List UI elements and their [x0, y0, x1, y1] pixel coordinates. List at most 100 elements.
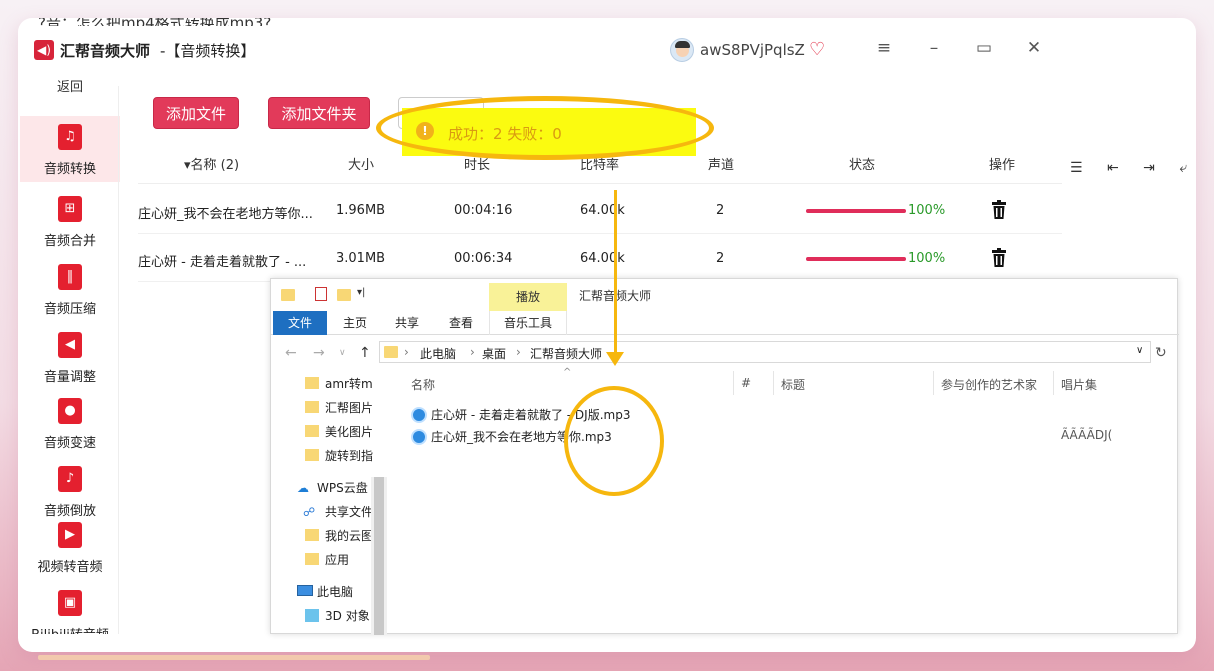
- folder-icon: [384, 346, 398, 358]
- back-button[interactable]: 返回: [20, 76, 120, 95]
- trash-icon[interactable]: [991, 248, 1007, 268]
- breadcrumb-this-pc[interactable]: 此电脑: [420, 345, 456, 362]
- address-dropdown-icon[interactable]: ∨: [1136, 345, 1143, 356]
- editor-toolbar-icons[interactable]: ☰ ⇤ ⇥ ⤶: [1070, 160, 1197, 176]
- table-row[interactable]: 庄心妍 - 走着走着就散了 - ... 3.01MB 00:06:34 64.0…: [138, 234, 1062, 282]
- nav-scrollbar[interactable]: [371, 477, 387, 635]
- username[interactable]: awS8PVjPqlsZ: [700, 41, 805, 59]
- audio-compress-icon: ‖: [58, 264, 82, 290]
- row-channels: 2: [716, 251, 725, 266]
- folder-icon: [305, 449, 319, 461]
- col-number[interactable]: #: [741, 376, 751, 390]
- avatar[interactable]: [670, 38, 694, 62]
- sidebar-item-audio-compress[interactable]: ‖ 音频压缩: [20, 256, 120, 322]
- background-article-text: ?音：怎么把mp4格式转换成mp3?: [38, 18, 271, 26]
- bottom-accent-bar: [38, 655, 430, 660]
- audio-merge-icon: ⊞: [58, 196, 82, 222]
- sidebar: 返回 ♫ 音频转换 ⊞ 音频合并 ‖ 音频压缩 ◀ 音量调整 ● 音频变速 ♪ …: [20, 72, 120, 634]
- row-name: 庄心妍 - 走着走着就散了 - ...: [138, 255, 307, 270]
- recent-dropdown-icon[interactable]: ∨: [339, 348, 346, 358]
- avatar-hair: [675, 41, 690, 48]
- nav-item[interactable]: 美化图片: [325, 423, 395, 440]
- column-divider: [1053, 371, 1054, 395]
- app-title: 汇帮音频大师: [60, 42, 151, 60]
- sidebar-divider: [118, 86, 119, 634]
- nav-item[interactable]: 旋转到指: [325, 447, 395, 464]
- row-duration: 00:06:34: [454, 251, 513, 266]
- row-channels: 2: [716, 203, 725, 218]
- dropdown-icon[interactable]: ▾|: [357, 287, 365, 298]
- row-size: 3.01MB: [336, 251, 386, 266]
- col-album[interactable]: 唱片集: [1061, 376, 1097, 393]
- progress-fill: [806, 257, 906, 261]
- properties-icon[interactable]: [315, 287, 327, 301]
- annotation-arrow: [614, 190, 617, 356]
- progress-percent: 100%: [908, 251, 946, 266]
- file-row[interactable]: 庄心妍_我不会在老地方等你.mp3 ÃÃÃÃDJ(: [411, 427, 1177, 447]
- col-name[interactable]: ▾名称 (2): [184, 154, 239, 173]
- tab-view[interactable]: 查看: [439, 311, 483, 335]
- address-bar[interactable]: › 此电脑 › 桌面 › 汇帮音频大师 ∨: [379, 341, 1151, 363]
- new-folder-icon[interactable]: [337, 289, 351, 301]
- context-tab-play[interactable]: 播放: [489, 283, 567, 311]
- file-explorer-window: ▾| 播放 汇帮音频大师 文件 主页 共享 查看 音乐工具 ← → ∨ ↑ › …: [270, 278, 1179, 635]
- breadcrumb-desktop[interactable]: 桌面: [482, 345, 506, 362]
- navigation-pane: amr转m 汇帮图片 美化图片 旋转到指 ☁ WPS云盘 ☍ 共享文件 我的云图…: [271, 367, 387, 635]
- col-name[interactable]: 名称: [411, 376, 435, 393]
- album-cell: ÃÃÃÃDJ(: [1061, 428, 1113, 442]
- col-title[interactable]: 标题: [781, 376, 805, 393]
- sidebar-item-audio-convert[interactable]: ♫ 音频转换: [20, 116, 120, 182]
- col-size[interactable]: 大小: [348, 154, 374, 173]
- folder-icon: [305, 553, 319, 565]
- sidebar-item-label: 音频压缩: [43, 302, 96, 317]
- col-status[interactable]: 状态: [849, 154, 875, 173]
- nav-item[interactable]: 汇帮图片: [325, 399, 395, 416]
- breadcrumb-sep: ›: [516, 345, 521, 359]
- add-folder-button[interactable]: 添加文件夹: [268, 97, 370, 129]
- audio-file-icon: [411, 429, 427, 445]
- progress-percent: 100%: [908, 203, 946, 218]
- tab-file[interactable]: 文件: [273, 311, 327, 335]
- maximize-icon[interactable]: ▭: [972, 38, 996, 58]
- sidebar-item-video-to-audio[interactable]: ▶ 视频转音频: [20, 514, 120, 580]
- music-note-icon: ♪: [58, 466, 82, 492]
- sidebar-item-bilibili[interactable]: ▣ Bilibili转音频: [20, 582, 120, 634]
- tab-music-tools[interactable]: 音乐工具: [489, 311, 567, 335]
- add-file-button[interactable]: 添加文件: [153, 97, 239, 129]
- table-row[interactable]: 庄心妍_我不会在老地方等你... 1.96MB 00:04:16 64.00k …: [138, 186, 1062, 234]
- progress-bar: [806, 209, 906, 213]
- app-titlebar: ◀) 汇帮音频大师 -【音频转换】 awS8PVjPqlsZ ♡ ≡ – ▭ ✕: [34, 36, 1044, 66]
- minimize-icon[interactable]: –: [922, 38, 946, 58]
- sidebar-item-audio-speed[interactable]: ● 音频变速: [20, 390, 120, 456]
- row-bitrate: 64.00k: [580, 251, 625, 266]
- breadcrumb-sep: ›: [470, 345, 475, 359]
- back-arrow-icon[interactable]: ←: [285, 345, 297, 361]
- folder-icon[interactable]: [281, 289, 295, 301]
- refresh-icon[interactable]: ↻: [1155, 345, 1167, 361]
- tab-home[interactable]: 主页: [333, 311, 377, 335]
- col-channels[interactable]: 声道: [708, 154, 734, 173]
- sidebar-item-volume-adjust[interactable]: ◀ 音量调整: [20, 324, 120, 390]
- breadcrumb-folder[interactable]: 汇帮音频大师: [530, 345, 602, 362]
- up-arrow-icon[interactable]: ↑: [359, 345, 371, 361]
- folder-icon: [305, 529, 319, 541]
- 3d-objects-icon: [305, 609, 319, 622]
- menu-icon[interactable]: ≡: [872, 38, 896, 58]
- cloud-icon: ☁: [297, 481, 309, 495]
- folder-icon: [305, 377, 319, 389]
- tab-share[interactable]: 共享: [385, 311, 429, 335]
- vip-heart-icon[interactable]: ♡: [809, 39, 825, 60]
- forward-arrow-icon[interactable]: →: [313, 345, 325, 361]
- scrollbar-thumb[interactable]: [374, 477, 384, 635]
- sidebar-item-audio-merge[interactable]: ⊞ 音频合并: [20, 188, 120, 254]
- pc-icon: [297, 585, 313, 596]
- nav-item[interactable]: amr转m: [325, 375, 395, 392]
- sidebar-item-label: 音频合并: [43, 234, 96, 249]
- col-artists[interactable]: 参与创作的艺术家: [941, 376, 1037, 393]
- row-duration: 00:04:16: [454, 203, 513, 218]
- trash-icon[interactable]: [991, 200, 1007, 220]
- close-icon[interactable]: ✕: [1022, 38, 1046, 58]
- col-action[interactable]: 操作: [989, 154, 1015, 173]
- app-subtitle: -【音频转换】: [160, 42, 256, 60]
- column-divider: [773, 371, 774, 395]
